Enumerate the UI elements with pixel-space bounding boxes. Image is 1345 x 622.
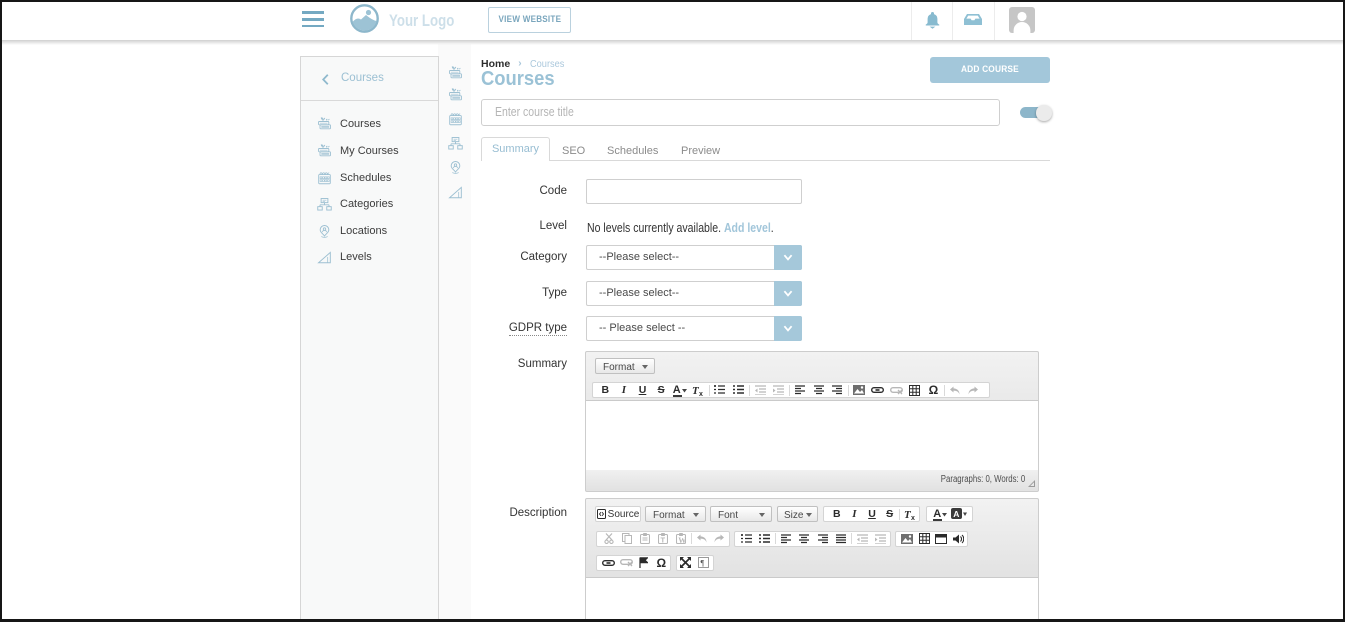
- svg-text:¶: ¶: [701, 559, 705, 568]
- svg-text:T: T: [661, 536, 666, 545]
- svg-text:x: x: [699, 391, 703, 396]
- svg-text:x: x: [911, 515, 915, 520]
- svg-text:A: A: [953, 509, 959, 519]
- svg-text:W: W: [678, 536, 686, 544]
